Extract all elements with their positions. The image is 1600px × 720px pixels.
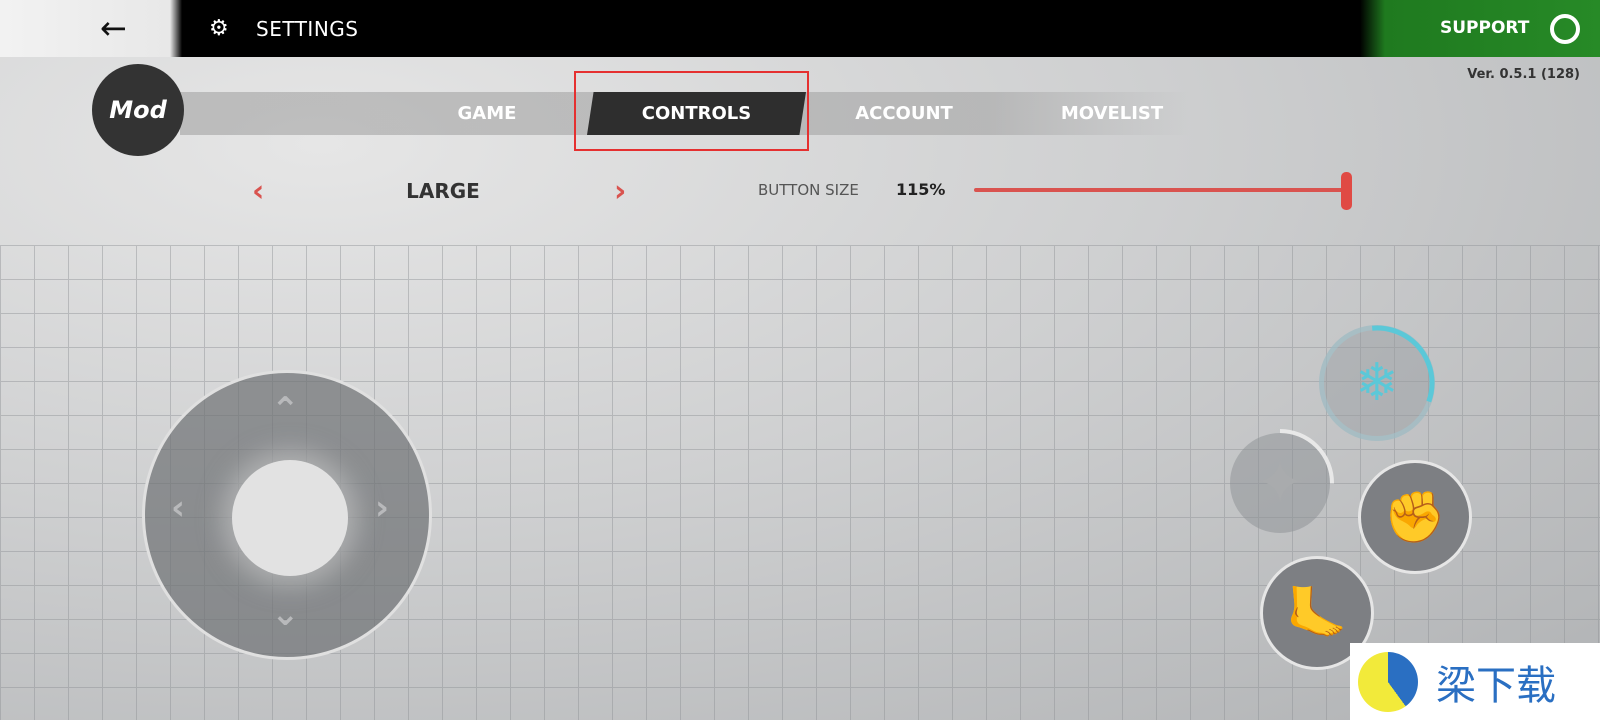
version-label: Ver. 0.5.1 (128) [1467,67,1580,82]
arrow-up-icon: ⌃ [271,390,300,430]
tab-account[interactable]: ACCOUNT [834,92,974,135]
chevron-left-icon[interactable]: ‹ [252,174,264,209]
mod-logo: Mod [92,64,184,156]
punch-button[interactable]: ✊ [1358,460,1472,574]
tab-game[interactable]: GAME [427,92,547,135]
tab-movelist[interactable]: MOVELIST [1042,92,1182,135]
button-size-label: BUTTON SIZE [758,181,859,199]
headset-icon[interactable] [1550,14,1580,44]
highlight-box [574,71,809,151]
special-button[interactable]: ❄ [1319,325,1435,441]
watermark: 梁下载 [1350,643,1600,720]
fist-icon: ✊ [1383,487,1447,546]
watermark-text: 梁下载 [1436,662,1556,709]
throw-button[interactable]: ✦ [1226,429,1334,537]
slider-handle[interactable] [1341,172,1352,210]
support-button[interactable]: SUPPORT [1440,18,1529,38]
button-size-slider[interactable] [974,188,1347,192]
arrow-down-icon: ⌄ [271,594,300,634]
special-cooldown-ring [1319,325,1435,441]
joystick[interactable]: ⌃ ⌄ ‹ › [142,370,432,660]
page-title: SETTINGS [256,17,359,41]
layout-value: LARGE [406,179,480,203]
throw-cooldown-ring [1226,429,1334,537]
chevron-right-icon[interactable]: › [614,174,626,209]
top-bar [0,0,1600,57]
button-size-value: 115% [896,180,946,199]
gear-icon: ⚙ [209,16,229,41]
arrow-left-icon: ‹ [171,488,186,528]
watermark-logo [1358,651,1418,712]
arrow-left-icon[interactable]: ← [100,12,127,44]
foot-icon: 🦶 [1285,583,1349,642]
arrow-right-icon: › [375,488,390,528]
joystick-knob[interactable] [232,460,348,576]
